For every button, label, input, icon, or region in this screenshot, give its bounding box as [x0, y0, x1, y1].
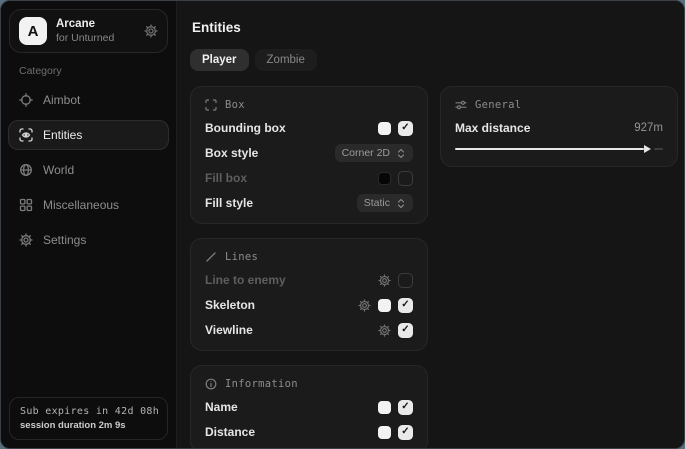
- setting-label: Fill style: [205, 196, 253, 210]
- panel-title: Lines: [225, 251, 258, 263]
- panel-box: Box Bounding box Box style Corne: [190, 86, 428, 224]
- sidebar-nav: Aimbot Entities World: [1, 83, 176, 257]
- color-swatch[interactable]: [378, 401, 391, 414]
- grid-icon: [19, 198, 33, 212]
- color-swatch[interactable]: [378, 426, 391, 439]
- scan-eye-icon: [19, 128, 33, 142]
- slider-thumb-arrow[interactable]: [644, 145, 651, 153]
- sidebar: A Arcane for Unturned Category A: [1, 1, 177, 448]
- setting-row-fill-box: Fill box: [205, 170, 413, 186]
- setting-row-bounding-box: Bounding box: [205, 120, 413, 136]
- gear-icon[interactable]: [378, 274, 391, 287]
- sidebar-item-entities[interactable]: Entities: [8, 120, 169, 150]
- brand-card: A Arcane for Unturned: [9, 9, 168, 53]
- dropdown-value: Corner 2D: [342, 147, 390, 159]
- setting-row-distance: Distance: [205, 424, 413, 440]
- setting-row-viewline: Viewline: [205, 322, 413, 338]
- app-window: A Arcane for Unturned Category A: [0, 0, 685, 449]
- sidebar-item-label: World: [43, 163, 74, 177]
- setting-row-max-distance: Max distance 927m: [455, 120, 663, 136]
- tab-bar: Player Zombie: [190, 49, 678, 71]
- category-label: Category: [19, 65, 176, 77]
- setting-label: Max distance: [455, 121, 530, 135]
- setting-label: Distance: [205, 425, 255, 439]
- color-swatch[interactable]: [378, 299, 391, 312]
- setting-label: Line to enemy: [205, 273, 286, 287]
- setting-label: Bounding box: [205, 121, 286, 135]
- setting-label: Skeleton: [205, 298, 255, 312]
- brand-text: Arcane for Unturned: [56, 17, 114, 45]
- panel-lines: Lines Line to enemy: [190, 238, 428, 351]
- color-swatch[interactable]: [378, 122, 391, 135]
- gear-icon[interactable]: [358, 299, 371, 312]
- setting-label: Fill box: [205, 171, 247, 185]
- panel-box-header: Box: [205, 99, 413, 111]
- crosshair-icon: [19, 93, 33, 107]
- brand-logo: A: [19, 17, 47, 45]
- sidebar-item-settings[interactable]: Settings: [8, 225, 169, 255]
- panel-information-header: Information: [205, 378, 413, 390]
- sidebar-item-world[interactable]: World: [8, 155, 169, 185]
- sidebar-item-label: Miscellaneous: [43, 198, 119, 212]
- bounding-box-checkbox[interactable]: [398, 121, 413, 136]
- info-icon: [205, 378, 217, 390]
- color-swatch[interactable]: [378, 172, 391, 185]
- scan-brackets-icon: [205, 99, 217, 111]
- viewline-checkbox[interactable]: [398, 323, 413, 338]
- page-title: Entities: [192, 20, 678, 35]
- globe-icon: [19, 163, 33, 177]
- gear-icon[interactable]: [378, 324, 391, 337]
- sidebar-item-aimbot[interactable]: Aimbot: [8, 85, 169, 115]
- box-style-dropdown[interactable]: Corner 2D: [335, 144, 413, 162]
- setting-label: Name: [205, 400, 238, 414]
- sidebar-item-label: Entities: [43, 128, 82, 142]
- panel-title: General: [475, 99, 521, 111]
- dropdown-value: Static: [364, 197, 390, 209]
- tab-zombie[interactable]: Zombie: [255, 49, 317, 71]
- sub-expires-text: Sub expires in 42d 08h: [20, 406, 157, 417]
- brand-subtitle: for Unturned: [56, 32, 114, 45]
- sidebar-item-label: Settings: [43, 233, 86, 247]
- name-checkbox[interactable]: [398, 400, 413, 415]
- panel-general-header: General: [455, 99, 663, 111]
- chevrons-up-down-icon: [396, 148, 406, 159]
- sidebar-item-label: Aimbot: [43, 93, 80, 107]
- subscription-info-card: Sub expires in 42d 08h session duration …: [9, 397, 168, 440]
- setting-row-name: Name: [205, 399, 413, 415]
- brand-name: Arcane: [56, 17, 114, 31]
- setting-row-fill-style: Fill style Static: [205, 195, 413, 211]
- panel-lines-header: Lines: [205, 251, 413, 263]
- diagonal-line-icon: [205, 251, 217, 263]
- max-distance-slider[interactable]: [455, 144, 663, 154]
- panel-general: General Max distance 927m: [440, 86, 678, 167]
- chevrons-up-down-icon: [396, 198, 406, 209]
- panel-information: Information Name Distance: [190, 365, 428, 449]
- tab-label: Zombie: [267, 54, 305, 66]
- tab-player[interactable]: Player: [190, 49, 249, 71]
- tab-label: Player: [202, 54, 237, 66]
- setting-row-line-to-enemy: Line to enemy: [205, 272, 413, 288]
- panel-title: Information: [225, 378, 298, 390]
- setting-label: Viewline: [205, 323, 253, 337]
- fill-box-checkbox[interactable]: [398, 171, 413, 186]
- panel-title: Box: [225, 99, 245, 111]
- line-to-enemy-checkbox[interactable]: [398, 273, 413, 288]
- distance-checkbox[interactable]: [398, 425, 413, 440]
- sliders-icon: [455, 99, 467, 111]
- main-content: Entities Player Zombie Box: [177, 1, 685, 448]
- slider-track-rest: [654, 148, 663, 150]
- gear-icon: [19, 233, 33, 247]
- setting-row-box-style: Box style Corner 2D: [205, 145, 413, 161]
- fill-style-dropdown[interactable]: Static: [357, 194, 413, 212]
- max-distance-value: 927m: [634, 122, 663, 134]
- setting-row-skeleton: Skeleton: [205, 297, 413, 313]
- skeleton-checkbox[interactable]: [398, 298, 413, 313]
- setting-label: Box style: [205, 146, 258, 160]
- slider-fill: [455, 148, 644, 150]
- session-duration-text: session duration 2m 9s: [20, 420, 157, 431]
- sidebar-item-miscellaneous[interactable]: Miscellaneous: [8, 190, 169, 220]
- gear-icon[interactable]: [144, 24, 158, 38]
